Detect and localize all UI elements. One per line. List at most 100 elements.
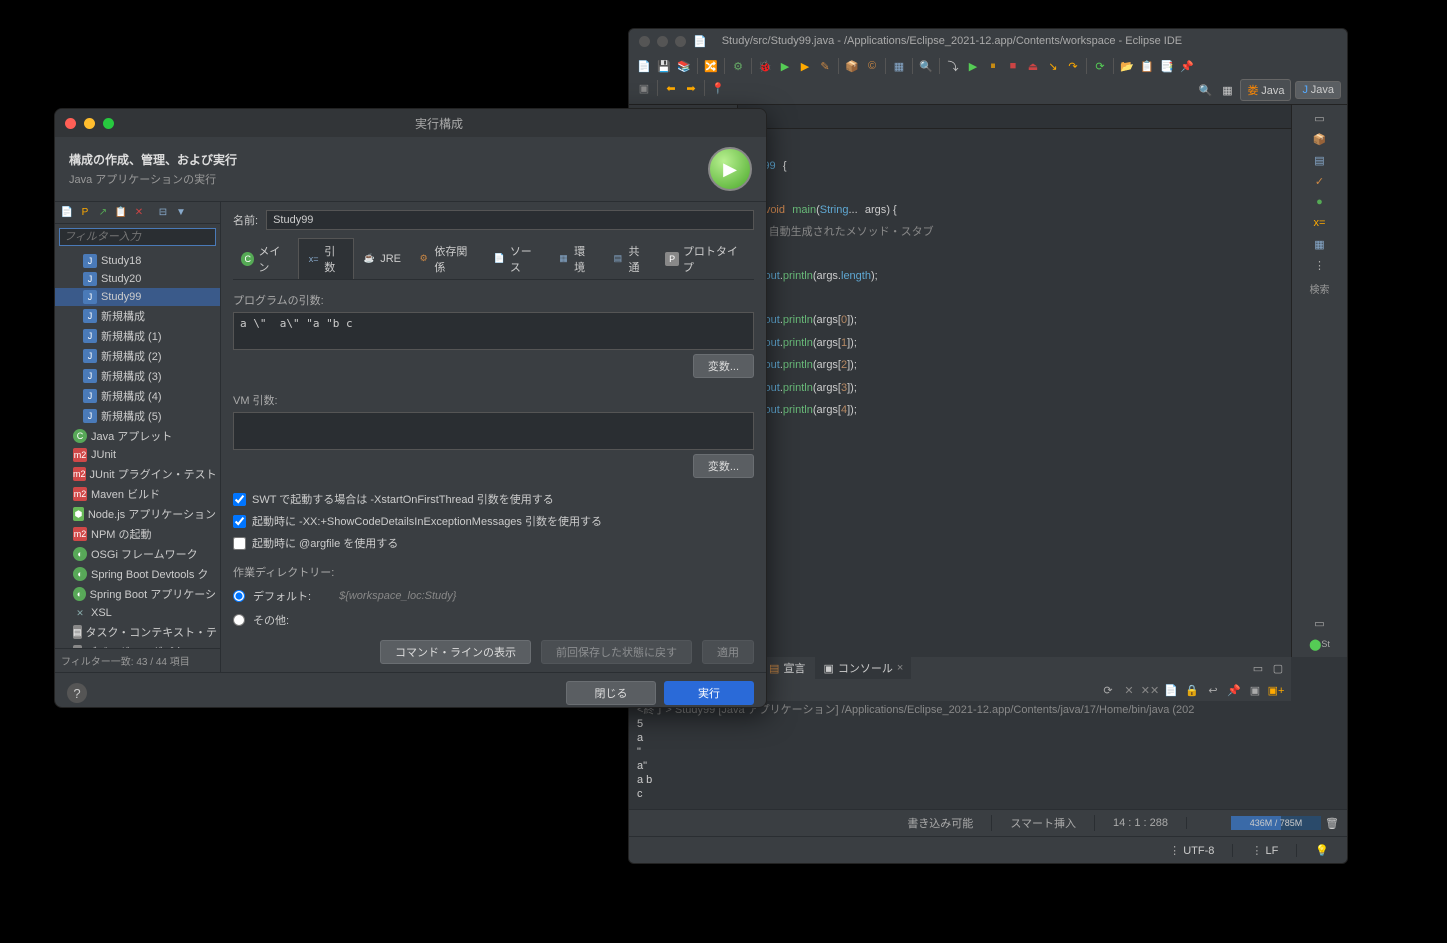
remove-all-icon[interactable]: ✕✕: [1141, 681, 1159, 699]
save-icon[interactable]: 💾: [655, 57, 673, 75]
tree-item[interactable]: ◐Spring Boot Devtools ク: [55, 564, 220, 584]
name-input[interactable]: [266, 210, 754, 230]
check-swt[interactable]: SWT で起動する場合は -XstartOnFirstThread 引数を使用す…: [233, 491, 754, 507]
tab-source[interactable]: 📄ソース: [484, 238, 548, 279]
tab-environment[interactable]: ▦環境: [549, 238, 603, 279]
wd-default-radio[interactable]: デフォルト:${workspace_loc:Study}: [233, 588, 754, 604]
task-icon[interactable]: ✓: [1311, 172, 1329, 190]
pin-icon[interactable]: 📌: [1178, 57, 1196, 75]
run-button[interactable]: 実行: [664, 681, 754, 705]
check-xx[interactable]: 起動時に -XX:+ShowCodeDetailsInExceptionMess…: [233, 513, 754, 529]
new-class-icon[interactable]: ©: [863, 57, 881, 75]
tree-item[interactable]: J新規構成 (4): [55, 386, 220, 406]
dialog-close-icon[interactable]: [65, 118, 76, 129]
switch-icon[interactable]: 🔀: [702, 57, 720, 75]
vm-args-input[interactable]: [233, 412, 754, 450]
close-icon[interactable]: [639, 36, 650, 47]
new-pkg-icon[interactable]: 📦: [843, 57, 861, 75]
check-argfile-box[interactable]: [233, 537, 246, 550]
new-icon[interactable]: 📄: [635, 57, 653, 75]
tree-item[interactable]: m2NPM の起動: [55, 524, 220, 544]
tab-dependencies[interactable]: ⚙依存関係: [409, 238, 484, 279]
forward-icon[interactable]: ➡: [682, 79, 700, 97]
close-console-icon[interactable]: ×: [897, 662, 903, 674]
perspective-java[interactable]: J Java: [1295, 81, 1341, 99]
tab-arguments[interactable]: x=引数: [298, 238, 354, 279]
maximize-panel-icon[interactable]: ▢: [1269, 659, 1287, 677]
zoom-icon[interactable]: [675, 36, 686, 47]
console-output[interactable]: <終了> Study99 [Java アプリケーション] /Applicatio…: [629, 701, 1291, 809]
check-xx-box[interactable]: [233, 515, 246, 528]
tree-item[interactable]: ⬢Node.js アプリケーション: [55, 504, 220, 524]
show-cmdline-button[interactable]: コマンド・ラインの表示: [380, 640, 531, 664]
tree-item[interactable]: J新規構成 (1): [55, 326, 220, 346]
step-over-icon[interactable]: ↷: [1064, 57, 1082, 75]
config-tree[interactable]: JStudy18JStudy20JStudy99J新規構成J新規構成 (1)J新…: [55, 250, 220, 648]
prog-args-input[interactable]: [233, 312, 754, 350]
new-config-icon[interactable]: 📄: [59, 205, 75, 221]
quick-access-icon[interactable]: 🔍: [1196, 81, 1214, 99]
step-into-icon[interactable]: ↘: [1044, 57, 1062, 75]
remove-launch-icon[interactable]: ✕: [1120, 681, 1138, 699]
ext-icon[interactable]: ✎: [816, 57, 834, 75]
tab-main[interactable]: Cメイン: [233, 238, 298, 279]
terminal-icon[interactable]: ▣: [635, 79, 653, 97]
perspective-java-debug[interactable]: 娄 Java: [1240, 79, 1291, 101]
vars-icon[interactable]: ▦: [1311, 235, 1329, 253]
run-icon[interactable]: ▶: [776, 57, 794, 75]
tree-item[interactable]: J新規構成 (5): [55, 406, 220, 426]
minimize-view-icon[interactable]: ▭: [1311, 614, 1329, 632]
dialog-zoom-icon[interactable]: [103, 118, 114, 129]
save-all-icon[interactable]: 📚: [675, 57, 693, 75]
outline-icon[interactable]: ▤: [1311, 151, 1329, 169]
wd-other-radio[interactable]: その他:: [233, 612, 754, 628]
tree-item[interactable]: CJava アプレット: [55, 426, 220, 446]
tree-item[interactable]: J新規構成 (2): [55, 346, 220, 366]
tree-item[interactable]: J新規構成 (3): [55, 366, 220, 386]
display-console-icon[interactable]: ▣: [1246, 681, 1264, 699]
export-icon[interactable]: ↗: [95, 205, 111, 221]
tree-item[interactable]: m2Maven ビルド: [55, 484, 220, 504]
filter-icon[interactable]: ▼: [173, 205, 189, 221]
new-proto-icon[interactable]: P: [77, 205, 93, 221]
expr-icon[interactable]: x=: [1311, 214, 1329, 232]
clear-console-icon[interactable]: 📄: [1162, 681, 1180, 699]
minimize-panel-icon[interactable]: ▭: [1249, 659, 1267, 677]
tip-icon[interactable]: 💡: [1297, 844, 1347, 857]
tree-item[interactable]: J新規構成: [55, 306, 220, 326]
close-button[interactable]: 閉じる: [566, 681, 656, 705]
scroll-lock-icon[interactable]: 🔒: [1183, 681, 1201, 699]
tab-console[interactable]: ▣コンソール ×: [815, 657, 911, 679]
disconnect-icon[interactable]: ⏏: [1024, 57, 1042, 75]
debug-icon[interactable]: 🐞: [756, 57, 774, 75]
boot-dash-icon[interactable]: ⬤ St: [1311, 635, 1329, 653]
heap-status[interactable]: 436M / 785M 🗑: [1223, 814, 1347, 832]
pkg-explorer-icon[interactable]: 📦: [1311, 130, 1329, 148]
tree-item[interactable]: ◐Spring Boot アプリケーシ: [55, 584, 220, 604]
stop-icon[interactable]: ■: [1004, 57, 1022, 75]
check-argfile[interactable]: 起動時に @argfile を使用する: [233, 535, 754, 551]
gc-icon[interactable]: 🗑: [1325, 817, 1339, 830]
tree-item[interactable]: ✕XSL: [55, 604, 220, 622]
restore-icon[interactable]: ▭: [1311, 109, 1329, 127]
tree-item[interactable]: ▤タスク・コンテキスト・テ: [55, 622, 220, 642]
more-icon[interactable]: ⋮: [1311, 256, 1329, 274]
relaunch-icon[interactable]: ⟳: [1091, 57, 1109, 75]
dialog-minimize-icon[interactable]: [84, 118, 95, 129]
vm-vars-button[interactable]: 変数...: [693, 454, 754, 478]
skip-icon[interactable]: ⤵: [944, 57, 962, 75]
status-encoding[interactable]: ⋮ UTF-8: [1151, 844, 1233, 857]
tree-item[interactable]: ◐OSGi フレームワーク: [55, 544, 220, 564]
resume-icon[interactable]: ▶: [964, 57, 982, 75]
search-toolbar-icon[interactable]: 🔍: [917, 57, 935, 75]
search-label[interactable]: 検索: [1310, 281, 1330, 296]
breakpoint-icon[interactable]: ●: [1311, 193, 1329, 211]
build-icon[interactable]: ⚙: [729, 57, 747, 75]
tree-item[interactable]: JStudy18: [55, 252, 220, 270]
terminate-relaunch-icon[interactable]: ⟳: [1099, 681, 1117, 699]
open-type-icon[interactable]: 📂: [1118, 57, 1136, 75]
tab-prototype[interactable]: Pプロトタイプ: [657, 238, 754, 279]
tree-item[interactable]: JStudy99: [55, 288, 220, 306]
revert-button[interactable]: 前回保存した状態に戻す: [541, 640, 692, 664]
tab-jre[interactable]: ☕JRE: [354, 238, 409, 279]
